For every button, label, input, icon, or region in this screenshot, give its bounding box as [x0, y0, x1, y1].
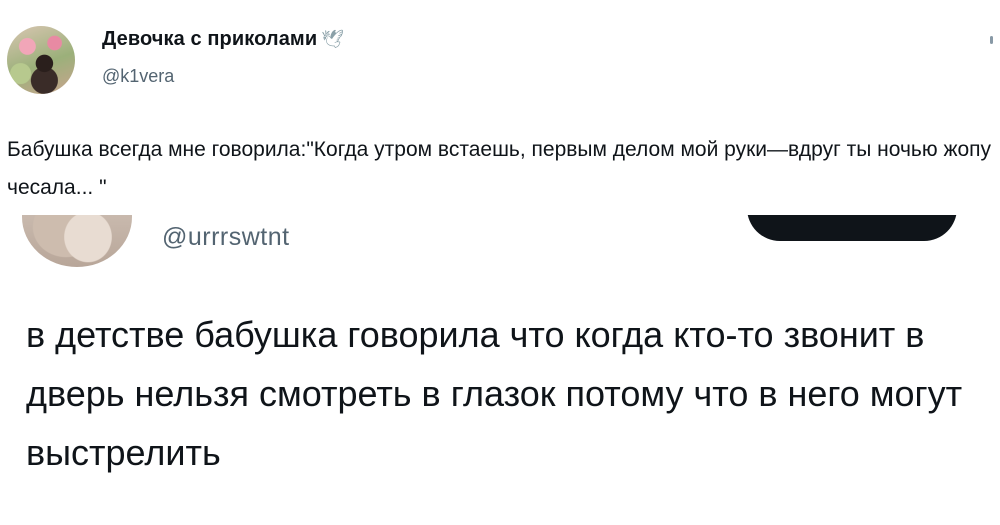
tweet-top: Девочка с приколами 🕊 @k1vera Бабушка все… — [0, 0, 1000, 215]
user-handle[interactable]: @k1vera — [102, 66, 174, 87]
follow-button[interactable] — [747, 215, 957, 241]
display-name-text: Девочка с приколами — [102, 28, 318, 50]
more-icon[interactable] — [990, 36, 993, 44]
avatar-quoted[interactable] — [22, 215, 132, 267]
tweet-quoted: @urrrswtnt в детстве бабушка говорила чт… — [0, 215, 1000, 525]
display-name[interactable]: Девочка с приколами 🕊 — [102, 28, 344, 51]
tweet-text: Бабушка всегда мне говорила:"Когда утром… — [7, 138, 992, 199]
tweet-text-quoted: в детстве бабушка говорила что когда кто… — [26, 314, 963, 473]
user-handle-quoted[interactable]: @urrrswtnt — [162, 223, 290, 252]
dove-icon: 🕊 — [321, 29, 345, 49]
avatar[interactable] — [7, 26, 75, 94]
